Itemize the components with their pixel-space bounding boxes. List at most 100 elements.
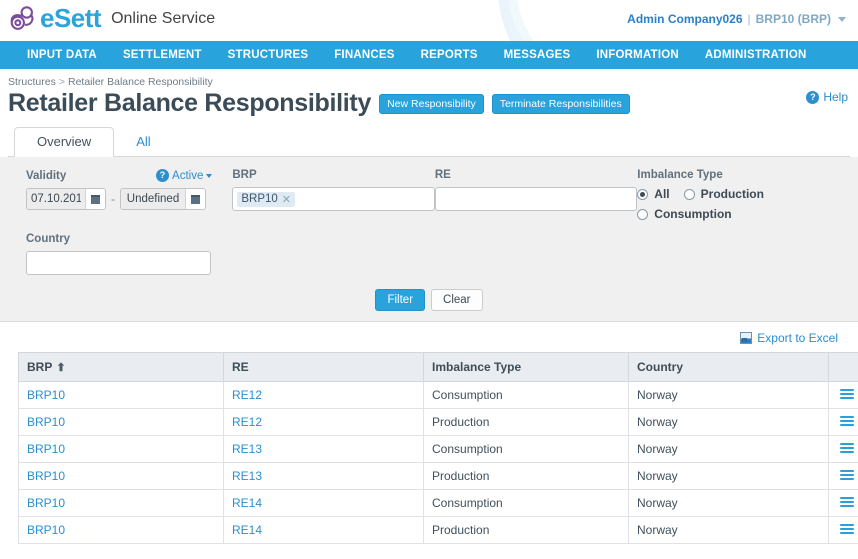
cell-row-menu[interactable] xyxy=(828,462,858,490)
filter-button[interactable]: Filter xyxy=(375,289,426,311)
re-input[interactable] xyxy=(434,187,638,211)
nav-item-finances[interactable]: FINANCES xyxy=(321,41,407,69)
page-content: Structures > Retailer Balance Responsibili… xyxy=(0,69,858,544)
column-header-imbalance-type[interactable]: Imbalance Type xyxy=(423,352,629,382)
cell-imbalance-type: Consumption xyxy=(423,381,629,409)
user-separator: | xyxy=(747,12,751,26)
nav-item-input-data[interactable]: INPUT DATA xyxy=(14,41,110,69)
active-toggle-label: Active xyxy=(172,169,204,182)
hamburger-menu-icon[interactable] xyxy=(840,387,854,401)
country-label: Country xyxy=(26,233,71,245)
imbalance-radio-row-1: All Production xyxy=(637,187,832,201)
cell-brp[interactable]: BRP10 xyxy=(18,381,224,409)
filter-actions: Filter Clear xyxy=(26,289,832,311)
nav-item-messages[interactable]: MESSAGES xyxy=(491,41,584,69)
cell-re[interactable]: RE13 xyxy=(223,435,424,463)
radio-imbalance-production[interactable] xyxy=(683,188,695,200)
logo-text: eSett xyxy=(40,3,102,33)
nav-item-reports[interactable]: REPORTS xyxy=(408,41,491,69)
validity-to-field[interactable] xyxy=(120,188,206,210)
table-row[interactable]: BRP10 RE14 Production Norway xyxy=(18,516,858,544)
cell-re[interactable]: RE13 xyxy=(223,462,424,490)
cell-brp[interactable]: BRP10 xyxy=(18,435,224,463)
table-row[interactable]: BRP10 RE12 Consumption Norway xyxy=(18,381,858,409)
cell-row-menu[interactable] xyxy=(828,489,858,517)
export-to-excel-link[interactable]: Export to Excel xyxy=(740,331,838,345)
column-header-brp[interactable]: BRP ⬆ xyxy=(18,352,224,382)
terminate-responsibilities-button[interactable]: Terminate Responsibilities xyxy=(491,94,630,114)
new-responsibility-button[interactable]: New Responsibility xyxy=(379,94,484,114)
calendar-icon[interactable] xyxy=(85,189,105,209)
cell-country: Norway xyxy=(628,516,829,544)
brp-input[interactable]: BRP10 ✕ xyxy=(232,187,435,211)
cell-re[interactable]: RE12 xyxy=(223,408,424,436)
chevron-down-icon xyxy=(206,173,213,178)
cell-country: Norway xyxy=(628,489,829,517)
table-row[interactable]: BRP10 RE13 Consumption Norway xyxy=(18,435,858,463)
tab-bar: Overview All xyxy=(8,127,850,157)
tab-all[interactable]: All xyxy=(114,128,172,156)
cell-row-menu[interactable] xyxy=(828,408,858,436)
close-icon[interactable]: ✕ xyxy=(282,193,291,206)
breadcrumb-separator: > xyxy=(58,76,65,88)
brand-logo[interactable]: eSett Online Service xyxy=(8,3,215,34)
cell-brp[interactable]: BRP10 xyxy=(18,462,224,490)
hamburger-menu-icon[interactable] xyxy=(840,522,854,536)
validity-to-input[interactable] xyxy=(121,189,185,209)
table-header-row: BRP ⬆ RE Imbalance Type Country xyxy=(18,352,858,382)
validity-active-toggle[interactable]: ? Active xyxy=(156,169,232,182)
filter-validity: Validity ? Active - xyxy=(26,169,232,221)
tab-overview[interactable]: Overview xyxy=(14,127,115,157)
validity-label: Validity xyxy=(26,169,67,182)
question-circle-icon: ? xyxy=(806,90,820,104)
validity-label-row: Validity ? Active xyxy=(26,169,232,182)
cell-brp[interactable]: BRP10 xyxy=(18,408,224,436)
hamburger-menu-icon[interactable] xyxy=(840,468,854,482)
radio-imbalance-consumption[interactable] xyxy=(637,208,649,220)
validity-from-input[interactable] xyxy=(27,189,85,209)
table-row[interactable]: BRP10 RE12 Production Norway xyxy=(18,408,858,436)
cell-brp[interactable]: BRP10 xyxy=(18,489,224,517)
cell-brp[interactable]: BRP10 xyxy=(18,516,224,544)
radio-label-all[interactable]: All xyxy=(654,187,669,201)
nav-item-settlement[interactable]: SETTLEMENT xyxy=(110,41,215,69)
hamburger-menu-icon[interactable] xyxy=(840,441,854,455)
filter-country: Country xyxy=(26,233,832,275)
nav-item-structures[interactable]: STRUCTURES xyxy=(215,41,322,69)
breadcrumb-link-structures[interactable]: Structures xyxy=(8,76,56,88)
user-menu[interactable]: Admin Company026 | BRP10 (BRP) xyxy=(627,12,846,26)
hamburger-menu-icon[interactable] xyxy=(840,414,854,428)
radio-label-production[interactable]: Production xyxy=(701,187,764,201)
breadcrumb-current[interactable]: Retailer Balance Responsibility xyxy=(68,76,213,88)
cell-row-menu[interactable] xyxy=(828,435,858,463)
user-role: BRP10 (BRP) xyxy=(755,12,831,26)
excel-export-icon xyxy=(740,332,753,344)
table-row[interactable]: BRP10 RE13 Production Norway xyxy=(18,462,858,490)
cell-re[interactable]: RE12 xyxy=(223,381,424,409)
help-link[interactable]: ? Help xyxy=(806,90,848,104)
nav-item-information[interactable]: INFORMATION xyxy=(583,41,691,69)
cell-row-menu[interactable] xyxy=(828,516,858,544)
site-header: eSett Online Service Admin Company026 | … xyxy=(0,0,858,41)
validity-from-field[interactable] xyxy=(26,188,106,210)
column-header-re[interactable]: RE xyxy=(223,352,424,382)
country-input[interactable] xyxy=(26,251,211,275)
cell-re[interactable]: RE14 xyxy=(223,516,424,544)
nav-item-administration[interactable]: ADMINISTRATION xyxy=(692,41,820,69)
table-row[interactable]: BRP10 RE14 Consumption Norway xyxy=(18,489,858,517)
help-label: Help xyxy=(823,90,848,104)
cell-row-menu[interactable] xyxy=(828,381,858,409)
cell-imbalance-type: Consumption xyxy=(423,489,629,517)
cell-re[interactable]: RE14 xyxy=(223,489,424,517)
filter-row-1: Validity ? Active - xyxy=(26,169,832,221)
user-name: Admin Company026 xyxy=(627,12,743,26)
chevron-down-icon[interactable] xyxy=(838,16,846,22)
clear-button[interactable]: Clear xyxy=(431,289,483,311)
radio-label-consumption[interactable]: Consumption xyxy=(654,207,731,221)
brp-label: BRP xyxy=(232,169,257,181)
logo-subtitle: Online Service xyxy=(111,9,216,27)
hamburger-menu-icon[interactable] xyxy=(840,495,854,509)
calendar-icon[interactable] xyxy=(185,189,205,209)
radio-imbalance-all[interactable] xyxy=(637,188,649,200)
column-header-country[interactable]: Country xyxy=(628,352,829,382)
